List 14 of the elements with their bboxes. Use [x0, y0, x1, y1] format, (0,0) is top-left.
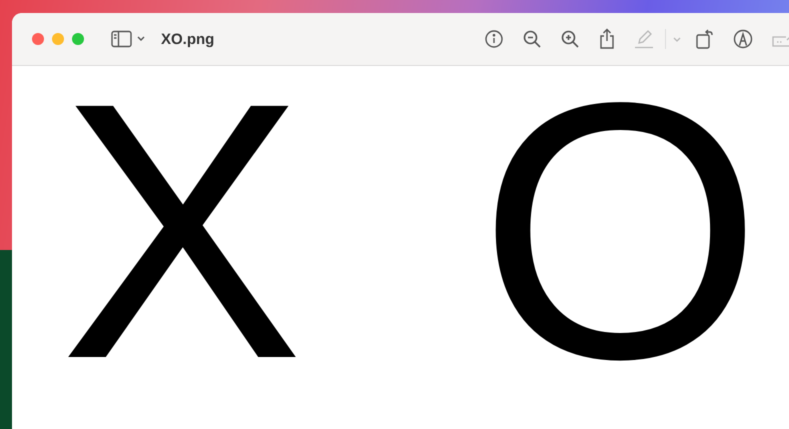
window-title: XO.png [161, 30, 214, 48]
chevron-icon [672, 35, 682, 43]
pen-tip-icon [733, 29, 753, 49]
image-letter: O [478, 86, 762, 378]
pencil-icon [634, 29, 654, 49]
sidebar-toggle-button[interactable] [111, 30, 145, 48]
image-letter: X [60, 86, 304, 378]
info-icon [484, 29, 504, 49]
rotate-icon [695, 28, 715, 50]
close-button[interactable] [32, 33, 44, 45]
sidebar-icon [111, 30, 145, 48]
share-icon [598, 28, 616, 50]
zoom-in-icon [560, 29, 580, 49]
zoom-out-icon [522, 29, 542, 49]
